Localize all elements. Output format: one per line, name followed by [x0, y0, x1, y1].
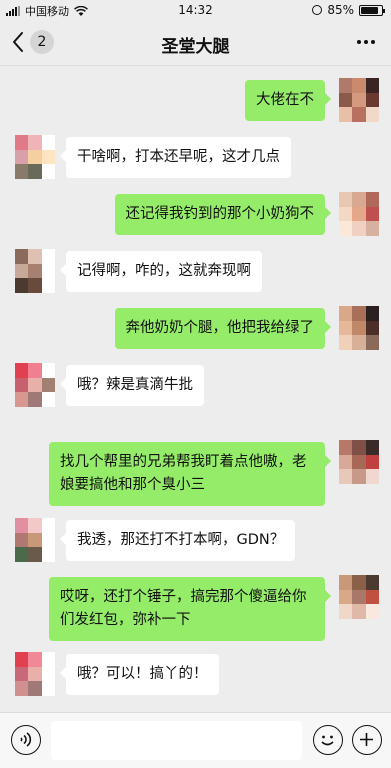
message-bubble[interactable]: 干啥啊，打本还早呢，这才几点: [60, 137, 291, 178]
chevron-left-icon: [13, 32, 23, 52]
emoji-button[interactable]: [313, 725, 343, 755]
message-bubble[interactable]: 找几个帮里的兄弟帮我盯着点他嗷，老娘要搞他和那个臭小三: [49, 442, 331, 506]
message-row-right: 哎呀，还打个锤子，搞完那个傻逼给你们发红包，弥补一下: [0, 575, 391, 641]
message-bubble[interactable]: 记得啊，咋的，这就奔现啊: [60, 251, 262, 292]
message-bubble[interactable]: 哦？辣是真滴牛批: [60, 365, 204, 406]
more-options-button[interactable]: [357, 40, 375, 44]
message-row-right: 奔他奶奶个腿，他把我给绿了: [0, 306, 391, 352]
emoji-icon: [321, 735, 334, 746]
avatar[interactable]: [339, 575, 379, 619]
more-functions-button[interactable]: [352, 725, 382, 755]
message-row-left: 干啥啊，打本还早呢，这才几点: [0, 135, 391, 181]
message-bubble[interactable]: 还记得我钓到的那个小奶狗不: [114, 194, 331, 235]
input-bar: [0, 712, 391, 768]
message-row-right: 还记得我钓到的那个小奶狗不: [0, 192, 391, 238]
chat-title: 圣堂大腿: [161, 37, 230, 57]
status-bar: 中国移动 14:32 85%: [0, 0, 391, 20]
battery-percent: 85%: [327, 3, 354, 17]
more-dot-icon: [357, 40, 361, 44]
plus-icon: [360, 733, 373, 746]
message-row-left: 我透，那还打不打本啊，GDN？: [0, 518, 391, 564]
battery-icon: [359, 4, 385, 16]
avatar[interactable]: [15, 135, 55, 179]
back-button[interactable]: 2: [12, 30, 54, 54]
message-bubble[interactable]: 我透，那还打不打本啊，GDN？: [59, 520, 296, 561]
avatar[interactable]: [339, 78, 379, 122]
avatar[interactable]: [15, 363, 55, 407]
more-dot-icon: [364, 40, 368, 44]
voice-icon: [20, 732, 32, 747]
message-bubble[interactable]: 奔他奶奶个腿，他把我给绿了: [114, 308, 331, 349]
rotation-lock-icon: [312, 5, 323, 15]
avatar[interactable]: [15, 249, 55, 293]
chat-header: 2 圣堂大腿: [0, 20, 391, 66]
message-row-right: 大佬在不: [0, 78, 391, 124]
unread-count-badge: 2: [30, 30, 54, 54]
avatar[interactable]: [339, 192, 379, 236]
message-input[interactable]: [51, 721, 302, 760]
message-row-left: 哦？辣是真滴牛批: [0, 363, 391, 409]
avatar[interactable]: [339, 306, 379, 350]
avatar[interactable]: [15, 518, 55, 562]
voice-input-button[interactable]: [11, 725, 41, 755]
avatar[interactable]: [339, 440, 379, 484]
message-bubble[interactable]: 大佬在不: [245, 80, 331, 121]
message-row-right: 找几个帮里的兄弟帮我盯着点他嗷，老娘要搞他和那个臭小三: [0, 440, 391, 506]
message-bubble[interactable]: 哦？可以！搞丫的！: [60, 654, 219, 695]
message-row-left: 记得啊，咋的，这就奔现啊: [0, 249, 391, 295]
avatar[interactable]: [15, 652, 55, 696]
message-row-left: 哦？可以！搞丫的！: [0, 652, 391, 698]
message-bubble[interactable]: 哎呀，还打个锤子，搞完那个傻逼给你们发红包，弥补一下: [49, 577, 331, 641]
more-dot-icon: [371, 40, 375, 44]
